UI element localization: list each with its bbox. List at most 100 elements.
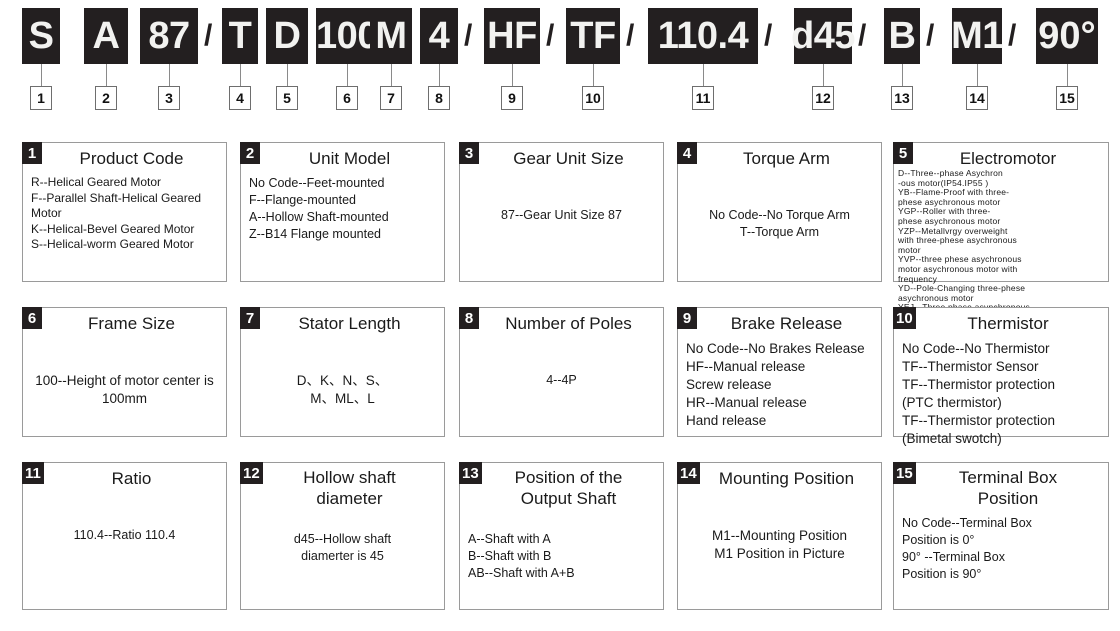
card-title-6: Frame Size — [88, 314, 175, 333]
description-card-8: 8 Number of Poles 4--4P — [459, 307, 664, 437]
code-chip-column-15: 90° 15 — [1036, 8, 1098, 110]
description-card-3: 3 Gear Unit Size 87--Gear Unit Size 87 — [459, 142, 664, 282]
code-segment-3: 87 3 / — [140, 8, 218, 110]
code-chip-5: D — [266, 8, 308, 64]
code-chip-7: M — [370, 8, 412, 64]
code-index-badge-1: 1 — [30, 86, 52, 110]
code-segment-7: M7 — [370, 8, 412, 110]
card-number-badge-9: 9 — [677, 307, 697, 329]
code-separator: / — [764, 19, 773, 52]
card-title-4: Torque Arm — [743, 149, 830, 168]
description-card-15: 15 Terminal Box Position No Code--Terminal… — [893, 462, 1109, 610]
card-number-badge-3: 3 — [459, 142, 479, 164]
card-title-14: Mounting Position — [718, 469, 855, 488]
code-chip-column-8: 48 — [420, 8, 458, 110]
leader-line-2 — [105, 64, 107, 86]
card-body-9: No Code--No Brakes Release HF--Manual re… — [686, 341, 865, 428]
code-chip-column-11: 110.4 11 — [648, 8, 758, 110]
card-body-14: M1--Mounting Position M1 Position in Pic… — [711, 528, 848, 561]
code-index-badge-12: 12 — [812, 86, 834, 110]
code-chip-column-10: TF 10 — [566, 8, 620, 110]
card-number-badge-12: 12 — [240, 462, 263, 484]
code-segment-5: D5 — [266, 8, 308, 110]
code-chip-14: M1 — [951, 8, 1003, 64]
description-card-7: 7 Stator Length D、K、N、S、 M、ML、L — [240, 307, 445, 437]
card-body-5: D--Three--phase Asychron -ous motor(IP54… — [898, 168, 1030, 321]
code-chip-4: T — [222, 8, 258, 64]
card-title-15: Terminal Box Position — [958, 468, 1058, 508]
code-chip-column-1: S1 — [22, 8, 60, 110]
code-chip-column-6: 100 6 — [316, 8, 378, 110]
card-title-5: Electromotor — [959, 149, 1057, 168]
leader-line-3 — [168, 64, 170, 86]
card-body-3: 87--Gear Unit Size 87 — [501, 208, 622, 222]
code-index-badge-7: 7 — [380, 86, 402, 110]
code-index-badge-15: 15 — [1056, 86, 1078, 110]
code-index-badge-10: 10 — [582, 86, 604, 110]
description-card-5: 5 Electromotor D--Three--phase Asychron -o… — [893, 142, 1109, 322]
card-title-8: Number of Poles — [505, 314, 632, 333]
description-card-6: 6 Frame Size 100--Height of motor center i… — [22, 307, 227, 437]
code-chip-column-13: B 13 — [884, 8, 920, 110]
code-chip-10: TF — [566, 8, 620, 64]
code-chip-12: d45 — [791, 8, 856, 64]
description-card-11: 11 Ratio 110.4--Ratio 110.4 — [22, 462, 227, 610]
code-index-badge-11: 11 — [692, 86, 714, 110]
leader-line-9 — [511, 64, 513, 86]
code-chip-3: 87 — [140, 8, 198, 64]
code-segment-1: S1 — [22, 8, 60, 110]
card-body-1: R--Helical Geared Motor F--Parallel Shaf… — [31, 175, 202, 251]
code-segment-10: TF 10 / — [566, 8, 640, 110]
leader-line-6 — [346, 64, 348, 86]
card-title-13: Position of the Output Shaft — [514, 468, 623, 508]
card-number-badge-10: 10 — [893, 307, 916, 329]
description-card-12: 12 Hollow shaft diameter d45--Hollow shaft… — [240, 462, 445, 610]
code-index-badge-5: 5 — [276, 86, 298, 110]
card-body-2: No Code--Feet-mounted F--Flange-mounted … — [249, 176, 389, 241]
leader-line-7 — [390, 64, 392, 86]
card-title-11: Ratio — [111, 469, 152, 488]
code-separator: / — [464, 19, 473, 52]
card-body-12: d45--Hollow shaft diamerter is 45 — [293, 532, 392, 563]
card-title-2: Unit Model — [308, 149, 391, 168]
code-segment-8: 4 8/ — [420, 8, 478, 110]
code-index-badge-3: 3 — [158, 86, 180, 110]
card-number-badge-6: 6 — [22, 307, 42, 329]
card-title-10: Thermistor — [967, 314, 1049, 333]
card-body-4: No Code--No Torque Arm T--Torque Arm — [709, 208, 850, 239]
card-number-badge-13: 13 — [459, 462, 482, 484]
code-segment-14: M1 14 / — [951, 8, 1022, 110]
code-chip-column-12: d45 12 — [791, 8, 856, 110]
card-title-1: Product Code — [79, 149, 184, 168]
code-chip-column-7: M7 — [370, 8, 412, 110]
card-title-9: Brake Release — [730, 314, 843, 333]
description-card-4: 4 Torque Arm No Code--No Torque Arm T--Tor… — [677, 142, 882, 282]
code-chip-13: B — [884, 8, 920, 64]
description-card-14: 14 Mounting Position M1--Mounting Position… — [677, 462, 882, 610]
code-separator: / — [546, 19, 555, 52]
code-segment-4: T4 — [222, 8, 258, 110]
code-segment-12: d45 12 / — [791, 8, 872, 110]
description-card-9: 9 Brake Release No Code--No Brakes Release… — [677, 307, 882, 437]
code-index-badge-6: 6 — [336, 86, 358, 110]
code-segment-11: 110.4 11 / — [648, 8, 778, 110]
code-chip-column-4: T4 — [222, 8, 258, 110]
code-separator: / — [926, 19, 935, 52]
code-chip-15: 90° — [1036, 8, 1098, 64]
code-chip-11: 110.4 — [648, 8, 758, 64]
code-index-badge-4: 4 — [229, 86, 251, 110]
code-separator: / — [858, 19, 867, 52]
card-title-12: Hollow shaft diameter — [303, 468, 396, 508]
code-index-badge-2: 2 — [95, 86, 117, 110]
leader-line-8 — [438, 64, 440, 86]
description-card-2: 2 Unit Model No Code--Feet-mounted F--Flan… — [240, 142, 445, 282]
description-card-10: 10 Thermistor No Code--No Thermistor TF--T… — [893, 307, 1109, 446]
leader-line-5 — [286, 64, 288, 86]
card-body-13: A--Shaft with A B--Shaft with B AB--Shaf… — [468, 532, 575, 580]
code-chip-2: A — [84, 8, 128, 64]
card-number-badge-7: 7 — [240, 307, 260, 329]
code-chip-6: 100 — [316, 8, 378, 64]
